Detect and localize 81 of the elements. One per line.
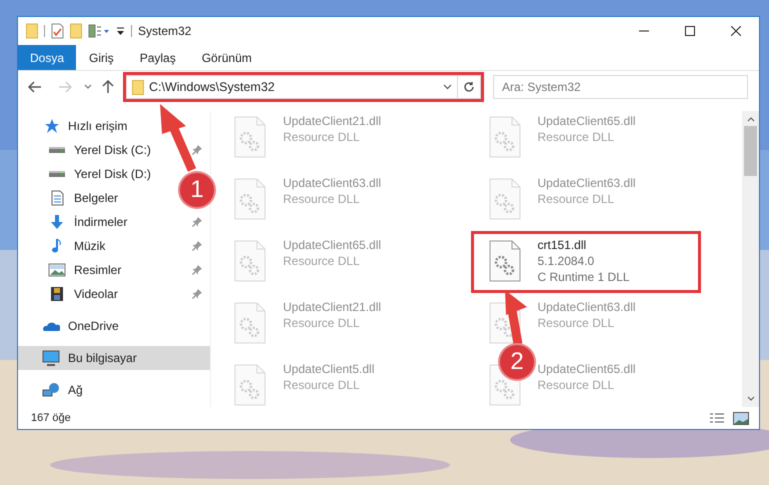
picture-icon [48, 262, 66, 278]
dll-file-icon [233, 302, 267, 344]
sidebar-item[interactable]: OneDrive [42, 317, 119, 335]
down-arrow-icon [48, 214, 66, 230]
details-view-icon[interactable] [709, 412, 725, 424]
ribbon-tab[interactable]: Paylaş [126, 45, 189, 70]
ribbon-tab[interactable]: Giriş [76, 45, 127, 70]
folder-icon [132, 80, 144, 94]
pin-icon[interactable] [192, 145, 202, 155]
file-description: C Runtime 1 DLL [538, 269, 630, 285]
file-name: UpdateClient63.dll [538, 175, 636, 191]
sidebar-item[interactable]: Bu bilgisayar [18, 346, 210, 370]
search-field[interactable]: Ara: System32 [493, 75, 748, 99]
properties-icon[interactable] [51, 23, 64, 39]
file-description: Resource DLL [538, 129, 616, 145]
file-name: UpdateClient65.dll [538, 113, 636, 129]
file-name: UpdateClient65.dll [538, 361, 636, 377]
annotation-arrow [160, 104, 196, 172]
film-strip-icon [48, 286, 66, 302]
dll-file-icon [488, 178, 522, 220]
file-description: Resource DLL [538, 377, 616, 393]
close-icon [731, 26, 741, 36]
file-description: Resource DLL [283, 129, 361, 145]
chevron-down-icon[interactable] [84, 84, 92, 90]
file-description: Resource DLL [283, 377, 361, 393]
ribbon-tab[interactable]: Görünüm [188, 45, 265, 70]
dll-file-icon [233, 364, 267, 406]
sidebar-item[interactable]: Müzik [48, 237, 106, 255]
thumbnail-view-icon[interactable] [733, 412, 749, 424]
up-arrow-icon[interactable] [102, 80, 114, 94]
file-name: UpdateClient21.dll [283, 299, 382, 315]
back-arrow-icon[interactable] [28, 81, 42, 93]
view-menu-icon[interactable] [88, 24, 110, 38]
file-name: UpdateClient63.dll [283, 175, 382, 191]
item-count: 167 öğe [31, 410, 72, 426]
scrollbar-thumb[interactable] [744, 126, 757, 176]
annotation-arrow [505, 290, 527, 345]
minimize-icon [639, 30, 649, 32]
dll-file-icon [233, 240, 267, 282]
dll-file-icon [233, 116, 267, 158]
file-name: UpdateClient5.dll [283, 361, 374, 377]
pin-icon[interactable] [192, 241, 202, 251]
maximize-icon [685, 26, 695, 36]
window-title: System32 [138, 23, 192, 40]
customize-caret-icon[interactable] [116, 26, 125, 36]
ribbon-tab[interactable]: Dosya [18, 45, 76, 70]
chevron-down-icon[interactable] [443, 84, 452, 90]
dll-file-icon [233, 178, 267, 220]
computer-icon [42, 350, 60, 366]
address-bar[interactable]: C:\Windows\System32 [126, 75, 481, 99]
sidebar-item[interactable]: İndirmeler [48, 213, 128, 231]
file-name: crt151.dll [538, 237, 588, 253]
drive-icon [48, 170, 66, 178]
sidebar-item[interactable]: Videolar [48, 285, 118, 303]
sidebar-item[interactable]: Yerel Disk (C:) [48, 141, 151, 159]
chevron-down-icon[interactable] [746, 396, 754, 402]
pin-icon[interactable] [192, 217, 202, 227]
sidebar-item[interactable]: Hızlı erişim [42, 117, 128, 135]
sidebar-item[interactable]: Belgeler [48, 189, 118, 207]
file-description: 5.1.2084.0 [538, 253, 596, 269]
scrollbar[interactable] [742, 111, 759, 407]
file-name: UpdateClient63.dll [538, 299, 636, 315]
dll-file-icon [488, 116, 522, 158]
file-description: Resource DLL [283, 253, 361, 269]
dll-file-icon [488, 240, 522, 282]
pin-icon[interactable] [192, 289, 202, 299]
file-description: Resource DLL [538, 191, 616, 207]
file-description: Resource DLL [283, 315, 361, 331]
file-item[interactable]: crt151.dll 5.1.2084.0 C Runtime 1 DLL [488, 240, 742, 284]
refresh-icon[interactable] [463, 81, 475, 93]
chevron-up-icon[interactable] [746, 116, 754, 122]
sidebar-item[interactable]: Resimler [48, 261, 122, 279]
network-icon [42, 382, 60, 398]
drive-icon [48, 146, 66, 154]
file-name: UpdateClient21.dll [283, 113, 382, 129]
sidebar-item[interactable]: Yerel Disk (D:) [48, 165, 151, 183]
pin-icon[interactable] [192, 265, 202, 275]
file-name: UpdateClient65.dll [283, 237, 382, 253]
file-description: Resource DLL [538, 315, 616, 331]
file-description: Resource DLL [283, 191, 361, 207]
sidebar-item[interactable]: Ağ [42, 381, 83, 399]
